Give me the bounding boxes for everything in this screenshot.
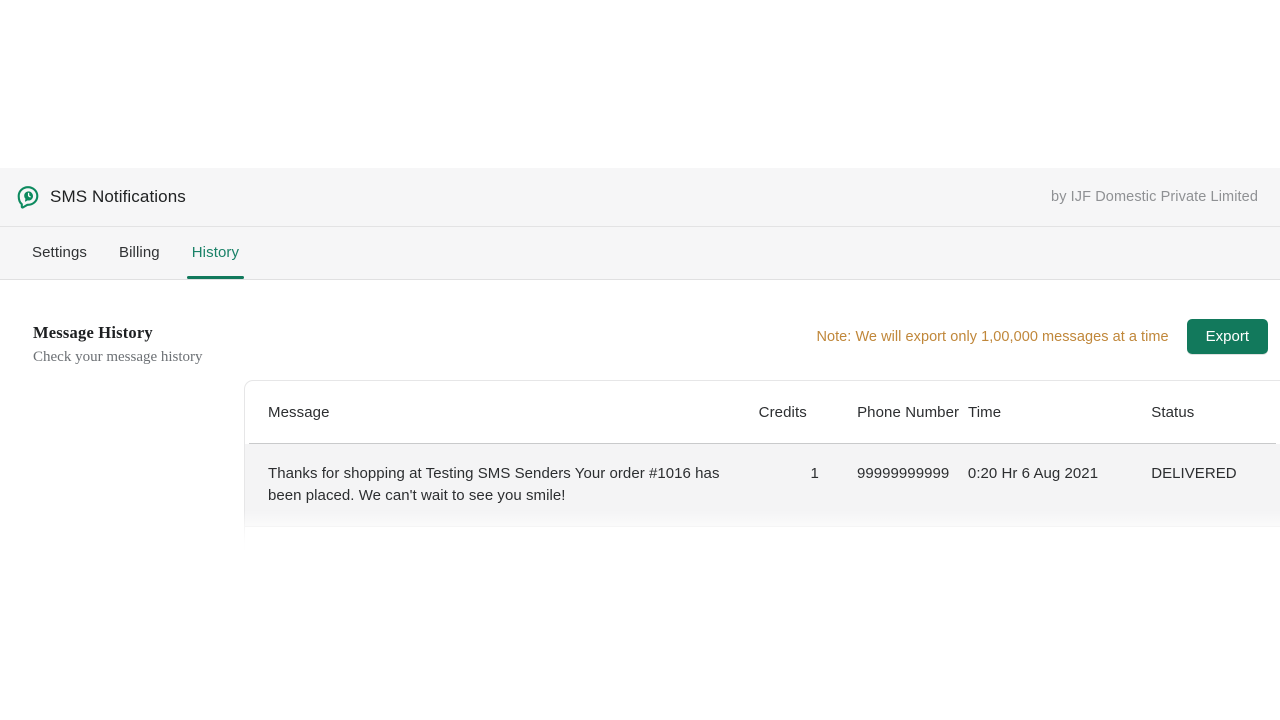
chat-bubble-clock-icon <box>16 185 40 209</box>
table-row <box>245 526 1280 553</box>
cell-message <box>268 546 734 553</box>
cell-status: DELIVERED <box>1151 463 1280 485</box>
cell-phone-number <box>819 546 968 553</box>
cell-phone-number: 99999999999 <box>819 463 968 485</box>
column-header-status: Status <box>1151 404 1280 421</box>
table-row: Thanks for shopping at Testing SMS Sende… <box>245 444 1280 526</box>
cell-credits <box>734 546 819 553</box>
export-note: Note: We will export only 1,00,000 messa… <box>816 329 1168 345</box>
cell-credits: 1 <box>734 463 819 485</box>
cell-status <box>1151 546 1280 553</box>
screenshot-canvas: SMS Notifications by IJF Domestic Privat… <box>0 0 1280 720</box>
section-heading: Message History Check your message histo… <box>33 323 233 367</box>
app-header: SMS Notifications by IJF Domestic Privat… <box>0 168 1280 227</box>
cell-time <box>968 546 1151 553</box>
column-header-time: Time <box>968 404 1151 421</box>
column-header-phone-number: Phone Number <box>819 404 968 421</box>
tab-bar: Settings Billing History <box>0 227 1280 280</box>
table-header-row: Message Credits Phone Number Time Status <box>245 381 1280 443</box>
export-button[interactable]: Export <box>1187 319 1268 354</box>
tab-settings[interactable]: Settings <box>16 227 103 261</box>
cell-time: 0:20 Hr 6 Aug 2021 <box>968 463 1151 485</box>
column-header-credits: Credits <box>734 404 819 421</box>
app-attribution: by IJF Domestic Private Limited <box>1051 189 1264 205</box>
page-subtitle: Check your message history <box>33 348 233 368</box>
column-header-message: Message <box>268 404 734 421</box>
tab-history[interactable]: History <box>176 227 255 261</box>
brand: SMS Notifications <box>16 185 186 209</box>
page-title: Message History <box>33 323 233 344</box>
cell-message: Thanks for shopping at Testing SMS Sende… <box>268 463 734 507</box>
export-controls: Note: We will export only 1,00,000 messa… <box>816 319 1268 354</box>
tab-billing[interactable]: Billing <box>103 227 176 261</box>
app-title: SMS Notifications <box>50 187 186 207</box>
message-history-table: Message Credits Phone Number Time Status… <box>244 380 1280 553</box>
